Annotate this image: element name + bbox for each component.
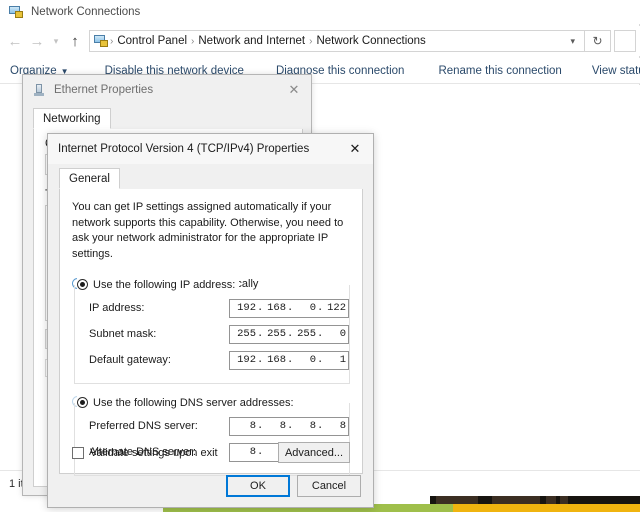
subnet-mask-input[interactable]: 255. 255. 255. 0	[229, 324, 349, 344]
subnet-mask-row: Subnet mask: 255. 255. 255. 0	[75, 323, 349, 345]
close-icon[interactable]: ✕	[277, 76, 311, 105]
radio-button[interactable]	[77, 279, 88, 291]
ipv4-dialog-titlebar: Internet Protocol Version 4 (TCP/IPv4) P…	[48, 134, 373, 164]
ethernet-dialog-titlebar: Ethernet Properties ✕	[23, 75, 311, 105]
validate-settings-option[interactable]: Validate settings upon exit	[72, 444, 218, 461]
wallpaper-yellow-strip	[453, 504, 640, 512]
octet[interactable]: 8	[260, 420, 287, 432]
radio-button[interactable]	[77, 397, 88, 409]
octet[interactable]: 255	[260, 328, 287, 340]
octet[interactable]: 8	[230, 420, 257, 432]
ipv4-dialog-footer: OK Cancel	[226, 475, 361, 497]
octet[interactable]: 255	[230, 328, 257, 340]
octet[interactable]: 192	[230, 302, 257, 314]
ipv4-dialog-title: Internet Protocol Version 4 (TCP/IPv4) P…	[58, 143, 310, 155]
use-following-dns-option[interactable]: Use the following DNS server addresses:	[77, 394, 298, 412]
window-title: Network Connections	[31, 6, 141, 18]
breadcrumb-item-network-connections[interactable]: Network Connections	[313, 35, 428, 47]
checkbox[interactable]	[72, 446, 84, 459]
search-input[interactable]	[614, 30, 636, 52]
tab-general[interactable]: General	[59, 168, 120, 189]
octet[interactable]: 0	[320, 328, 347, 340]
manual-dns-group: Use the following DNS server addresses: …	[74, 394, 350, 477]
network-connection-icon	[8, 4, 24, 20]
rename-connection-button[interactable]: Rename this connection	[431, 65, 568, 77]
validate-settings-label: Validate settings upon exit	[90, 446, 218, 459]
ipv4-dialog-body: You can get IP settings assigned automat…	[59, 189, 363, 477]
octet[interactable]: 255	[290, 328, 317, 340]
ip-address-row: IP address: 192. 168. 0. 122	[75, 297, 349, 319]
default-gateway-label: Default gateway:	[89, 354, 171, 367]
octet[interactable]: 122	[320, 302, 347, 314]
advanced-button[interactable]: Advanced...	[278, 442, 350, 463]
preferred-dns-label: Preferred DNS server:	[89, 420, 198, 433]
octet[interactable]: 168	[260, 302, 287, 314]
ip-address-input[interactable]: 192. 168. 0. 122	[229, 298, 349, 318]
octet[interactable]: 0	[290, 354, 317, 366]
octet[interactable]: 0	[290, 302, 317, 314]
default-gateway-row: Default gateway: 192. 168. 0. 1	[75, 349, 349, 371]
octet[interactable]: 8	[320, 420, 347, 432]
ip-address-label: IP address:	[89, 302, 145, 315]
octet[interactable]: 1	[320, 354, 347, 366]
forward-button[interactable]: →	[26, 30, 48, 52]
address-bar-row: ← → ▾ ↑ › Control Panel › Network and In…	[0, 26, 640, 56]
subnet-mask-label: Subnet mask:	[89, 328, 157, 341]
default-gateway-input[interactable]: 192. 168. 0. 1	[229, 350, 349, 370]
cancel-button[interactable]: Cancel	[297, 475, 361, 497]
recent-locations-button[interactable]: ▾	[48, 30, 64, 52]
breadcrumb-icon	[93, 33, 109, 49]
octet[interactable]: 192	[230, 354, 257, 366]
preferred-dns-input[interactable]: 8. 8. 8. 8	[229, 416, 349, 436]
chevron-down-icon[interactable]: ▾	[564, 36, 581, 47]
octet[interactable]: 168	[260, 354, 287, 366]
close-icon[interactable]: ✕	[337, 135, 373, 164]
address-bar[interactable]: › Control Panel › Network and Internet ›…	[89, 30, 585, 52]
preferred-dns-row: Preferred DNS server: 8. 8. 8. 8	[75, 415, 349, 437]
tab-networking[interactable]: Networking	[33, 108, 111, 129]
use-following-ip-label: Use the following IP address:	[93, 278, 236, 291]
network-adapter-icon	[32, 83, 46, 97]
ipv4-description: You can get IP settings assigned automat…	[72, 201, 344, 260]
ethernet-tabstrip: Networking	[33, 108, 303, 130]
refresh-icon[interactable]: ↻	[585, 30, 611, 52]
ipv4-tabstrip: General	[59, 168, 363, 190]
breadcrumb-item-network-and-internet[interactable]: Network and Internet	[195, 35, 308, 47]
manual-ip-group: Use the following IP address: IP address…	[74, 276, 350, 385]
breadcrumb-item-control-panel[interactable]: Control Panel	[114, 35, 190, 47]
use-following-dns-label: Use the following DNS server addresses:	[93, 396, 294, 409]
octet[interactable]: 8	[230, 446, 257, 458]
ipv4-properties-dialog: Internet Protocol Version 4 (TCP/IPv4) P…	[47, 133, 374, 508]
octet[interactable]: 8	[290, 420, 317, 432]
ok-button[interactable]: OK	[226, 475, 290, 497]
view-status-button[interactable]: View status of this connection	[585, 65, 640, 77]
back-button[interactable]: ←	[4, 30, 26, 52]
explorer-titlebar: Network Connections	[0, 0, 640, 24]
use-following-ip-option[interactable]: Use the following IP address:	[77, 276, 240, 294]
up-button[interactable]: ↑	[64, 30, 86, 52]
ethernet-dialog-title: Ethernet Properties	[54, 84, 154, 96]
